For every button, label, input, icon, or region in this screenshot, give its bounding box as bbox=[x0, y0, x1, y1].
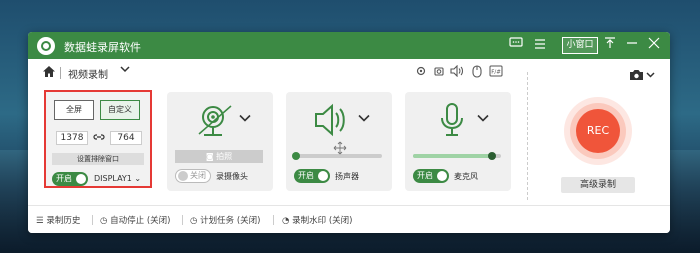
snapshot-button[interactable]: ◙ 拍照 bbox=[175, 150, 263, 163]
watermark-label: 录制水印 (关闭) bbox=[292, 216, 353, 226]
custom-area-button[interactable]: 自定义 bbox=[100, 100, 140, 120]
speaker-move-handle-icon[interactable] bbox=[333, 141, 347, 158]
speaker-toggle[interactable]: 开启 bbox=[294, 169, 330, 183]
microphone-toggle[interactable]: 开启 bbox=[413, 169, 449, 183]
fullscreen-button[interactable]: 全屏 bbox=[54, 100, 94, 120]
webcam-toggle-label: 关闭 bbox=[190, 171, 206, 180]
fps-icon[interactable]: F/# bbox=[489, 65, 503, 79]
history-list-icon: ☰ bbox=[36, 216, 44, 226]
record-area-panel: 全屏 自定义 1378 764 设置排除窗口 开启 DISPLAY1 ⌄ bbox=[44, 90, 152, 188]
footer-divider bbox=[182, 215, 183, 225]
link-aspect-icon[interactable] bbox=[93, 132, 105, 145]
auto-stop-link[interactable]: ◷ 自动停止 (关闭) bbox=[100, 214, 170, 226]
footer-divider bbox=[92, 215, 93, 225]
title-bar[interactable]: 数据蛙录屏软件 小窗口 bbox=[28, 32, 670, 59]
history-label: 录制历史 bbox=[46, 216, 81, 226]
webcam-icon[interactable] bbox=[195, 102, 235, 138]
mode-title: 视频录制 bbox=[68, 70, 108, 81]
advanced-record-button[interactable]: 高级录制 bbox=[561, 177, 635, 193]
microphone-icon[interactable] bbox=[435, 102, 475, 138]
microphone-name: 麦克风 bbox=[454, 172, 478, 181]
settings-gear-icon[interactable] bbox=[414, 65, 428, 79]
nav-divider bbox=[60, 67, 61, 79]
height-input[interactable]: 764 bbox=[110, 131, 142, 145]
close-icon[interactable] bbox=[646, 37, 662, 53]
minimize-icon[interactable] bbox=[624, 37, 640, 53]
speaker-volume-knob[interactable] bbox=[292, 152, 300, 160]
pin-icon[interactable] bbox=[602, 37, 618, 53]
mini-window-button[interactable]: 小窗口 bbox=[562, 37, 598, 54]
auto-stop-label: 自动停止 (关闭) bbox=[110, 216, 171, 226]
rec-button-ring: REC bbox=[564, 97, 632, 165]
microphone-volume-knob[interactable] bbox=[488, 152, 497, 160]
webcam-name: 录摄像头 bbox=[216, 172, 248, 181]
speaker-name: 扬声器 bbox=[335, 172, 359, 181]
microphone-volume-slider[interactable] bbox=[413, 152, 501, 160]
footer-bar: ☰ 录制历史 ◷ 自动停止 (关闭) ◷ 计划任务 (关闭) ◔ 录制水印 (关… bbox=[28, 205, 670, 233]
app-logo-icon bbox=[37, 37, 55, 55]
display-select[interactable]: DISPLAY1 ⌄ bbox=[94, 174, 141, 183]
clock-icon: ◷ bbox=[100, 216, 108, 226]
app-title: 数据蛙录屏软件 bbox=[64, 41, 141, 54]
camera-snapshot-icon[interactable] bbox=[629, 69, 655, 84]
app-window: 数据蛙录屏软件 小窗口 视频录制 F/# 全屏 自定义 1378 764 设置排… bbox=[28, 32, 670, 233]
panel-divider bbox=[527, 72, 528, 200]
schedule-clock-icon: ◷ bbox=[190, 216, 198, 226]
exclude-window-button[interactable]: 设置排除窗口 bbox=[52, 153, 144, 165]
snapshot-camera-icon: ◙ bbox=[205, 152, 214, 161]
microphone-toggle-label: 开启 bbox=[417, 171, 433, 180]
display-select-value: DISPLAY1 bbox=[94, 174, 132, 183]
rec-button[interactable]: REC bbox=[576, 109, 620, 153]
speaker-icon[interactable] bbox=[312, 102, 352, 138]
speaker-toggle-label: 开启 bbox=[298, 171, 314, 180]
mouse-icon[interactable] bbox=[470, 65, 484, 79]
webcam-panel: ◙ 拍照 关闭 录摄像头 bbox=[167, 92, 273, 191]
watermark-link[interactable]: ◔ 录制水印 (关闭) bbox=[282, 214, 352, 226]
webcam-toggle[interactable]: 关闭 bbox=[175, 169, 211, 183]
speaker-dropdown-chevron-icon[interactable] bbox=[358, 112, 370, 125]
microphone-dropdown-chevron-icon[interactable] bbox=[477, 112, 489, 125]
width-input[interactable]: 1378 bbox=[56, 131, 88, 145]
svg-text:F/#: F/# bbox=[491, 70, 501, 76]
speaker-panel: 开启 扬声器 bbox=[286, 92, 392, 191]
speaker-settings-icon[interactable] bbox=[450, 64, 464, 79]
menu-icon[interactable] bbox=[532, 37, 548, 53]
webcam-dropdown-chevron-icon[interactable] bbox=[239, 112, 251, 125]
microphone-volume-fill bbox=[413, 154, 493, 158]
microphone-panel: 开启 麦克风 bbox=[405, 92, 511, 191]
snapshot-label: 拍照 bbox=[216, 152, 233, 161]
watermark-drop-icon: ◔ bbox=[282, 216, 290, 226]
record-area-toggle[interactable]: 开启 bbox=[52, 172, 88, 186]
schedule-label: 计划任务 (关闭) bbox=[200, 216, 261, 226]
record-area-toggle-label: 开启 bbox=[56, 174, 72, 183]
screenshot-crop-icon[interactable] bbox=[432, 65, 446, 79]
home-icon[interactable] bbox=[42, 65, 56, 81]
message-icon[interactable] bbox=[508, 37, 524, 53]
footer-divider bbox=[273, 215, 274, 225]
schedule-link[interactable]: ◷ 计划任务 (关闭) bbox=[190, 214, 260, 226]
mode-dropdown-chevron-icon[interactable] bbox=[120, 65, 130, 76]
history-link[interactable]: ☰ 录制历史 bbox=[36, 214, 80, 226]
